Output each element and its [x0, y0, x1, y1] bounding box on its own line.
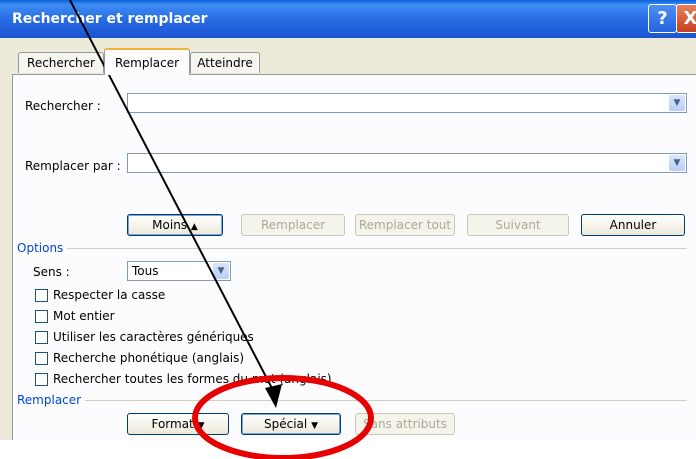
format-button-label: Format	[151, 417, 194, 431]
caret-down-icon: ▼	[197, 421, 205, 431]
whole-word-checkbox[interactable]	[35, 310, 48, 323]
next-button[interactable]: Suivant	[467, 214, 569, 236]
replace-input[interactable]: ▼	[127, 153, 687, 173]
replace-dropdown-button[interactable]: ▼	[669, 155, 685, 171]
find-dropdown-button[interactable]: ▼	[669, 95, 685, 111]
all-word-forms-label: Rechercher toutes les formes du mot (ang…	[53, 372, 332, 386]
tab-panel: Rechercher : ▼ Remplacer par : ▼ Moins ▲…	[12, 74, 696, 440]
replace-group-label: Remplacer	[17, 393, 82, 407]
special-button[interactable]: Spécial ▼	[241, 413, 341, 435]
wildcards-checkbox[interactable]	[35, 331, 48, 344]
options-group-label: Options	[17, 241, 64, 255]
sounds-like-checkbox[interactable]	[35, 352, 48, 365]
format-button[interactable]: Format ▼	[127, 413, 229, 435]
close-button[interactable]: X	[676, 4, 696, 33]
replace-label: Remplacer par :	[25, 159, 121, 173]
match-case-label: Respecter la casse	[53, 288, 166, 302]
direction-dropdown-button[interactable]: ▼	[213, 263, 229, 279]
chevron-down-icon: ▼	[673, 158, 681, 168]
special-button-label: Spécial	[264, 417, 308, 431]
direction-value: Tous	[132, 264, 159, 278]
tab-rechercher[interactable]: Rechercher	[18, 52, 104, 73]
chevron-up-icon: ▲	[190, 222, 198, 232]
replace-button[interactable]: Remplacer	[241, 214, 345, 236]
no-attributes-button[interactable]: Sans attributs	[355, 413, 455, 435]
dialog-title: Rechercher et remplacer	[12, 11, 208, 27]
close-icon: X	[683, 8, 696, 29]
replace-divider	[85, 400, 687, 401]
wildcards-label: Utiliser les caractères génériques	[53, 330, 254, 344]
help-button[interactable]: ?	[648, 4, 677, 33]
tab-atteindre[interactable]: Atteindre	[190, 52, 260, 73]
all-word-forms-checkbox[interactable]	[35, 373, 48, 386]
direction-label: Sens :	[33, 265, 70, 279]
less-button[interactable]: Moins ▲	[127, 214, 223, 236]
chevron-down-icon: ▼	[673, 98, 681, 108]
cancel-button[interactable]: Annuler	[581, 214, 685, 236]
help-icon: ?	[657, 8, 668, 29]
title-bar[interactable]: Rechercher et remplacer ? X	[0, 0, 696, 38]
find-label: Rechercher :	[25, 99, 101, 113]
direction-select[interactable]: Tous ▼	[127, 261, 231, 281]
tab-remplacer[interactable]: Remplacer	[104, 48, 190, 75]
caret-down-icon: ▼	[311, 421, 318, 431]
find-replace-dialog: Rechercher et remplacer ? X Rechercher R…	[0, 0, 696, 440]
less-button-label: Moins	[152, 218, 188, 232]
chevron-down-icon: ▼	[217, 266, 225, 276]
whole-word-label: Mot entier	[53, 309, 115, 323]
replace-all-button[interactable]: Remplacer tout	[355, 214, 455, 236]
match-case-checkbox[interactable]	[35, 289, 48, 302]
options-divider	[67, 248, 687, 249]
sounds-like-label: Recherche phonétique (anglais)	[53, 351, 245, 365]
find-input[interactable]: ▼	[127, 93, 687, 113]
